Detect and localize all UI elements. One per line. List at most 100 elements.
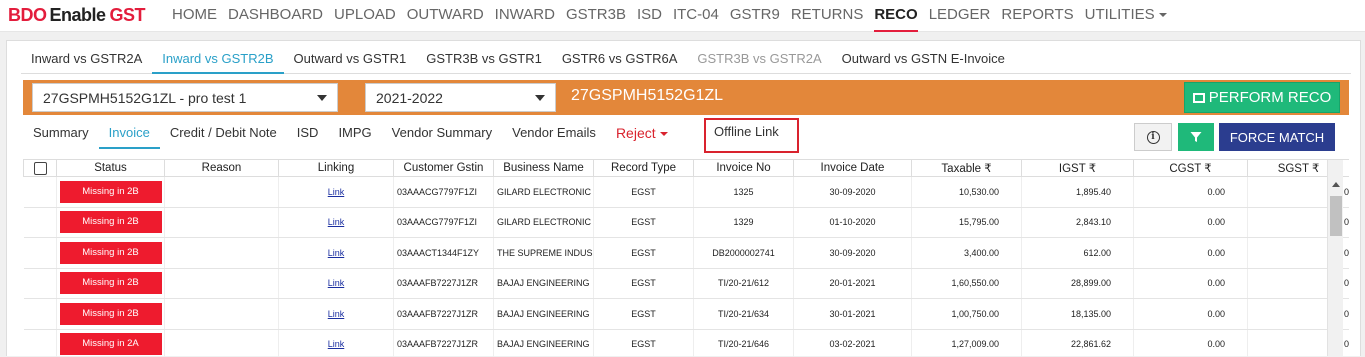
- invoice-no-cell: TI/20-21/634: [693, 298, 794, 330]
- column-header-reason[interactable]: Reason: [164, 159, 279, 177]
- subtab-summary[interactable]: Summary: [23, 123, 99, 149]
- year-select[interactable]: 2021-2022: [365, 83, 556, 112]
- tab-gstr6-vs-gstr6a[interactable]: GSTR6 vs GSTR6A: [552, 41, 688, 74]
- reject-dropdown[interactable]: Reject: [606, 123, 678, 149]
- column-header-taxable[interactable]: Taxable ₹: [911, 159, 1022, 177]
- info-button[interactable]: i: [1134, 123, 1172, 151]
- record-type-cell: EGST: [593, 207, 694, 238]
- chevron-down-icon: [535, 95, 545, 101]
- info-icon: i: [1146, 130, 1160, 144]
- status-cell: Missing in 2B: [56, 268, 165, 299]
- link-button[interactable]: Link: [328, 217, 345, 227]
- select-all-checkbox[interactable]: [33, 161, 47, 175]
- subtab-vendor-summary[interactable]: Vendor Summary: [382, 123, 502, 149]
- invoice-no-cell: 1329: [693, 207, 794, 238]
- amount-cell: 10,530.00: [911, 176, 1022, 208]
- link-button[interactable]: Link: [328, 278, 345, 288]
- scroll-up-arrow-icon[interactable]: [1332, 182, 1340, 187]
- table-row[interactable]: Missing in 2A Link 03AAAFB7227J1ZR BAJAJ EN…: [23, 329, 1349, 357]
- nav-item-gstr3b[interactable]: GSTR3B: [566, 0, 626, 32]
- offline-link-tab[interactable]: Offline Link: [714, 124, 779, 139]
- column-header-customer-gstin[interactable]: Customer Gstin: [393, 159, 494, 177]
- column-header-linking[interactable]: Linking: [278, 159, 394, 177]
- link-button[interactable]: Link: [328, 339, 345, 349]
- invoice-date-cell: 30-09-2020: [793, 237, 912, 269]
- column-header-igst[interactable]: IGST ₹: [1021, 159, 1134, 177]
- record-type-cell: EGST: [593, 298, 694, 330]
- reason-cell: [164, 207, 279, 238]
- tab-outward-vs-gstr1[interactable]: Outward vs GSTR1: [284, 41, 417, 74]
- scroll-thumb[interactable]: [1330, 196, 1342, 236]
- tab-gstr3b-vs-gstr2a[interactable]: GSTR3B vs GSTR2A: [687, 41, 831, 74]
- amount-cell: 18,135.00: [1021, 298, 1134, 330]
- amount-cell: 612.00: [1021, 237, 1134, 269]
- nav-item-label: UTILITIES: [1084, 6, 1155, 23]
- status-cell: Missing in 2B: [56, 207, 165, 238]
- nav-item-returns[interactable]: RETURNS: [791, 0, 864, 32]
- tab-inward-vs-gstr2a[interactable]: Inward vs GSTR2A: [21, 41, 152, 74]
- nav-item-reco[interactable]: RECO: [874, 0, 918, 32]
- invoice-no-cell: TI/20-21/646: [693, 329, 794, 357]
- nav-item-home[interactable]: HOME: [172, 0, 217, 32]
- nav-item-itc-04[interactable]: ITC-04: [673, 0, 719, 32]
- reason-cell: [164, 329, 279, 357]
- nav-item-outward[interactable]: OUTWARD: [407, 0, 484, 32]
- amount-cell: 0.00: [1133, 176, 1248, 208]
- linking-cell: Link: [278, 298, 394, 330]
- tab-outward-vs-gstn-e-invoice[interactable]: Outward vs GSTN E-Invoice: [832, 41, 1015, 74]
- year-select-value: 2021-2022: [376, 90, 443, 106]
- subtab-isd[interactable]: ISD: [287, 123, 329, 149]
- top-nav: BDO Enable GST HOME DASHBOARD UPLOAD OUTWAR…: [0, 0, 1365, 32]
- table-row[interactable]: Missing in 2B Link 03AAACG7797F1ZI GILARD E…: [23, 207, 1349, 238]
- nav-item-dashboard[interactable]: DASHBOARD: [228, 0, 323, 32]
- subtab-invoice[interactable]: Invoice: [98, 123, 160, 149]
- subtab-vendor-emails[interactable]: Vendor Emails: [502, 123, 606, 149]
- record-type-cell: EGST: [593, 329, 694, 357]
- reco-type-tabs: Inward vs GSTR2A Inward vs GSTR2B Outward …: [21, 41, 1351, 74]
- nav-item-gstr9[interactable]: GSTR9: [730, 0, 780, 32]
- filter-button[interactable]: [1178, 123, 1214, 151]
- logo-part-bdo: BDO: [8, 5, 47, 25]
- nav-item-isd[interactable]: ISD: [637, 0, 662, 32]
- column-header-business-name[interactable]: Business Name: [493, 159, 594, 177]
- table-row[interactable]: Missing in 2B Link 03AAAFB7227J1ZR BAJAJ EN…: [23, 268, 1349, 299]
- app-logo[interactable]: BDO Enable GST: [8, 5, 146, 26]
- nav-item-utilities[interactable]: UTILITIES: [1085, 0, 1167, 32]
- tab-inward-vs-gstr2b[interactable]: Inward vs GSTR2B: [152, 41, 284, 74]
- nav-item-inward[interactable]: INWARD: [495, 0, 555, 32]
- status-badge: Missing in 2B: [59, 272, 162, 295]
- force-match-button[interactable]: FORCE MATCH: [1219, 123, 1335, 151]
- gstin-select[interactable]: 27GSPMH5152G1ZL - pro test 1: [32, 83, 338, 112]
- tab-gstr3b-vs-gstr1[interactable]: GSTR3B vs GSTR1: [416, 41, 552, 74]
- link-button[interactable]: Link: [328, 248, 345, 258]
- business-name-cell: BAJAJ ENGINEERING: [493, 298, 594, 330]
- column-header-cgst[interactable]: CGST ₹: [1133, 159, 1248, 177]
- linking-cell: Link: [278, 329, 394, 357]
- subtab-impg[interactable]: IMPG: [328, 123, 381, 149]
- table-row[interactable]: Missing in 2B Link 03AAAFB7227J1ZR BAJAJ EN…: [23, 298, 1349, 330]
- perform-reco-button[interactable]: PERFORM RECO: [1184, 82, 1340, 113]
- amount-cell: 2,843.10: [1021, 207, 1134, 238]
- amount-cell: 1,27,009.00: [911, 329, 1022, 357]
- column-header-status[interactable]: Status: [56, 159, 165, 177]
- nav-item-upload[interactable]: UPLOAD: [334, 0, 396, 32]
- table-scrollbar[interactable]: [1327, 160, 1343, 356]
- row-select-cell: [23, 237, 57, 269]
- reason-cell: [164, 237, 279, 269]
- column-header-invoice-date[interactable]: Invoice Date: [793, 159, 912, 177]
- subtab-credit-debit-note[interactable]: Credit / Debit Note: [160, 123, 287, 149]
- business-name-cell: BAJAJ ENGINEERING: [493, 268, 594, 299]
- table-row[interactable]: Missing in 2B Link 03AAACT1344F1ZY THE SUPR…: [23, 237, 1349, 269]
- nav-item-ledger[interactable]: LEDGER: [929, 0, 991, 32]
- link-button[interactable]: Link: [328, 309, 345, 319]
- link-button[interactable]: Link: [328, 187, 345, 197]
- status-badge: Missing in 2B: [59, 180, 162, 203]
- business-name-cell: BAJAJ ENGINEERING: [493, 329, 594, 357]
- column-header-record-type[interactable]: Record Type: [593, 159, 694, 177]
- nav-item-reports[interactable]: REPORTS: [1001, 0, 1073, 32]
- table-row[interactable]: Missing in 2B Link 03AAACG7797F1ZI GILARD E…: [23, 176, 1349, 208]
- column-header-invoice-no[interactable]: Invoice No: [693, 159, 794, 177]
- select-all-cell: [23, 159, 57, 177]
- invoice-date-cell: 01-10-2020: [793, 207, 912, 238]
- logo-part-enable: Enable: [49, 5, 107, 25]
